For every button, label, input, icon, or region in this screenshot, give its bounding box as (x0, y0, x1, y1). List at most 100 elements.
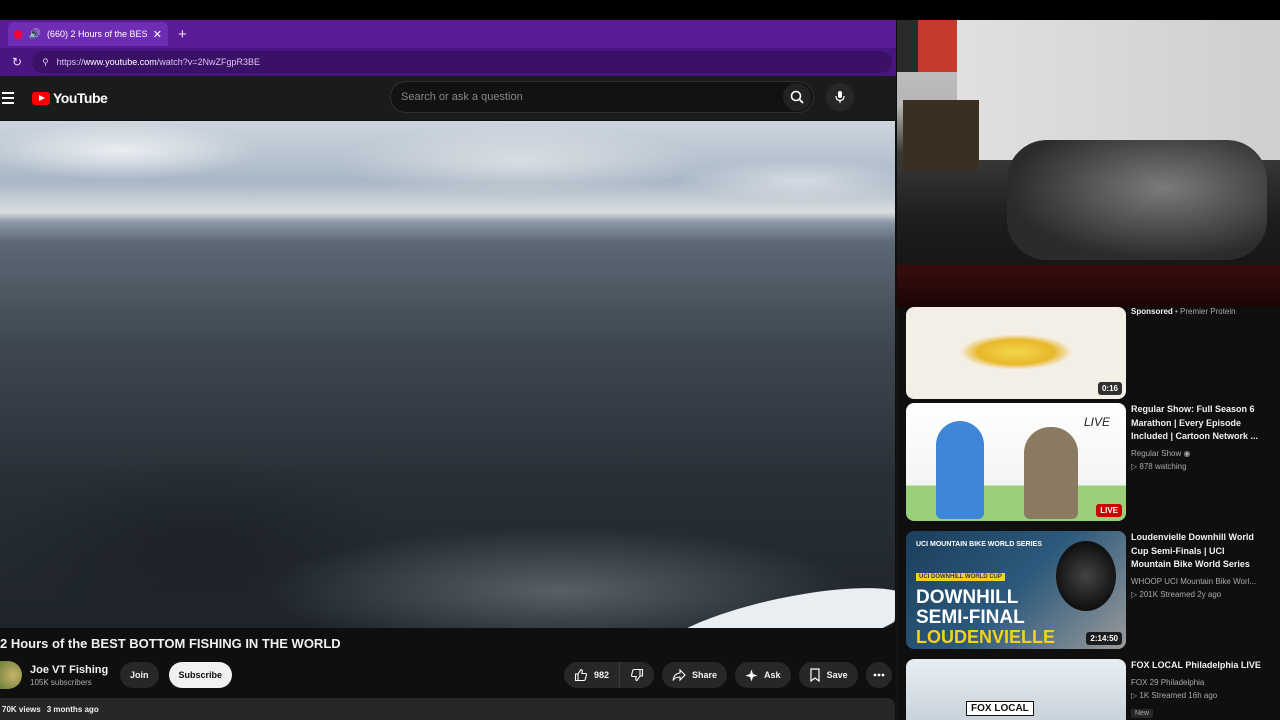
channel-subscribers: 105K subscribers (30, 677, 92, 687)
reload-icon[interactable]: ↻ (12, 55, 22, 69)
play-icon: ▷ (1131, 589, 1138, 599)
sponsored-line: Sponsored • Premier Protein (1131, 307, 1236, 316)
verified-icon: ◉ (1183, 448, 1191, 458)
browser-tab[interactable]: 🔊 (660) 2 Hours of the BEST BOTTOM FISHI… (8, 22, 168, 46)
tab-bar: 🔊 (660) 2 Hours of the BEST BOTTOM FISHI… (0, 20, 896, 48)
live-icon: ▷ (1131, 461, 1138, 471)
video-title[interactable]: FOX LOCAL Philadelphia LIVE (1131, 659, 1261, 673)
youtube-play-icon (32, 91, 50, 105)
sidebar-item-downhill[interactable]: UCI MOUNTAIN BIKE WORLD SERIES UCI DOWNH… (906, 531, 1276, 649)
thumbnail-line: SEMI-FINAL (916, 607, 1025, 628)
sidebar-item-regular-show[interactable]: LIVE LIVE Regular Show: Full Season 6 Ma… (906, 403, 1276, 521)
thumbnail-live-text: LIVE (1084, 415, 1111, 429)
sparkle-icon (745, 669, 758, 681)
more-actions-button[interactable] (865, 662, 892, 688)
video-meta: ▷ 1K Streamed 16h ago (1131, 690, 1218, 700)
url-text: https://www.youtube.com/watch?v=2NwZFgpR… (56, 57, 261, 67)
subscribe-button[interactable]: Subscribe (168, 662, 233, 688)
webcam-flag (897, 20, 957, 72)
webcam-overlay (897, 20, 1280, 307)
channel-avatar[interactable] (0, 661, 22, 689)
save-button[interactable]: Save (798, 662, 858, 688)
video-meta: ▷ 201K Streamed 2y ago (1131, 589, 1222, 599)
duration-badge: 2:14:50 (1086, 632, 1122, 645)
more-icon (873, 673, 884, 677)
play-icon: ▷ (1131, 690, 1138, 700)
thumbnail-line: LOUDENVIELLE (916, 627, 1056, 647)
channel-name[interactable]: Joe VT Fishing (30, 664, 112, 676)
youtube-masthead: YouTube Search or ask a question (0, 76, 896, 120)
video-channel: Regular Show ◉ (1131, 448, 1191, 458)
browser-chrome: 🔊 (660) 2 Hours of the BEST BOTTOM FISHI… (0, 20, 896, 76)
webcam-floor (897, 265, 1280, 307)
search-input[interactable]: Search or ask a question (401, 91, 783, 103)
video-info: Sponsored • Premier Protein (1131, 307, 1261, 316)
voice-search-button[interactable] (826, 83, 854, 111)
live-badge: LIVE (1096, 504, 1122, 517)
sidebar-item-fox[interactable]: FOX LOCAL FOX LOCAL Philadelphia LIVE FO… (906, 659, 1276, 720)
site-info-icon[interactable]: ⚲ (42, 57, 49, 68)
video-info: FOX LOCAL Philadelphia LIVE FOX 29 Phila… (1131, 659, 1261, 720)
sidebar-item-ad[interactable]: 0:16 Sponsored • Premier Protein (906, 307, 1276, 399)
address-bar: ↻ ⚲ https://www.youtube.com/watch?v=2NwZ… (0, 48, 896, 76)
screen: 🔊 (660) 2 Hours of the BEST BOTTOM FISHI… (0, 0, 1280, 720)
save-label: Save (826, 670, 848, 680)
video-thumbnail[interactable]: 0:16 (906, 307, 1126, 399)
share-label: Share (692, 670, 718, 680)
video-title[interactable]: Loudenvielle Downhill World Cup Semi-Fin… (1131, 531, 1261, 572)
like-dislike-group: 982 (564, 662, 655, 688)
ask-button[interactable]: Ask (735, 662, 791, 688)
plus-icon[interactable]: + (178, 26, 187, 43)
tab-title: (660) 2 Hours of the BEST BOTTOM FISHING… (46, 29, 147, 39)
video-thumbnail[interactable]: FOX LOCAL (906, 659, 1126, 720)
video-info: Regular Show: Full Season 6 Marathon | E… (1131, 403, 1261, 473)
speaker-icon[interactable]: 🔊 (28, 29, 40, 40)
like-button[interactable]: 982 (564, 662, 621, 688)
video-frame-sky (0, 121, 895, 221)
thumbnail-tag: UCI DOWNHILL WORLD CUP (916, 573, 1005, 581)
new-badge: New (1131, 708, 1154, 718)
recommendations-sidebar: 0:16 Sponsored • Premier Protein LIVE LI… (897, 307, 1280, 720)
video-title: 2 Hours of the BEST BOTTOM FISHING IN TH… (0, 636, 341, 651)
thumbnail-line: DOWNHILL (916, 587, 1019, 608)
upload-age: 3 months ago (46, 705, 99, 714)
video-title[interactable]: Regular Show: Full Season 6 Marathon | E… (1131, 403, 1261, 444)
bookmark-icon (809, 668, 820, 682)
join-button[interactable]: Join (120, 662, 159, 688)
video-frame-boat (651, 571, 895, 628)
url-field[interactable]: ⚲ https://www.youtube.com/watch?v=2NwZFg… (32, 51, 893, 73)
video-channel: WHOOP UCI Mountain Bike Worl... (1131, 576, 1257, 586)
share-button[interactable]: Share (662, 662, 728, 688)
video-info: Loudenvielle Downhill World Cup Semi-Fin… (1131, 531, 1261, 601)
video-thumbnail[interactable]: UCI MOUNTAIN BIKE WORLD SERIES UCI DOWNH… (906, 531, 1126, 649)
youtube-logo[interactable]: YouTube (32, 90, 108, 106)
search-box[interactable]: Search or ask a question (390, 81, 814, 113)
video-player[interactable] (0, 121, 895, 628)
thumbnail-character (936, 421, 984, 519)
dislike-button[interactable] (620, 662, 654, 688)
view-count: 70K views (2, 705, 41, 714)
ask-label: Ask (764, 670, 781, 680)
webcam-shelf (903, 100, 979, 170)
share-icon (672, 668, 686, 682)
thumbs-down-icon (630, 668, 644, 682)
youtube-favicon-icon (14, 29, 23, 39)
search-button[interactable] (783, 83, 811, 111)
thumbnail-character (1024, 427, 1078, 519)
close-icon[interactable]: ✕ (153, 28, 162, 41)
thumbnail-rider (1056, 541, 1116, 611)
duration-badge: 0:16 (1097, 382, 1122, 395)
webcam-bed (1007, 140, 1267, 260)
thumbnail-brand: UCI MOUNTAIN BIKE WORLD SERIES (916, 541, 1042, 548)
video-meta: ▷ 878 watching (1131, 461, 1187, 471)
search-icon (790, 90, 804, 104)
menu-icon[interactable] (2, 92, 14, 104)
video-thumbnail[interactable]: LIVE LIVE (906, 403, 1126, 521)
thumbs-up-icon (574, 668, 588, 682)
video-actions: 982 Share Ask Save (564, 662, 892, 688)
description-box[interactable]: 70K views 3 months ago (0, 698, 895, 720)
video-channel: FOX 29 Philadelphia (1131, 677, 1205, 687)
youtube-wordmark: YouTube (53, 90, 108, 106)
webcam-wall (957, 20, 1280, 160)
microphone-icon (835, 91, 845, 103)
